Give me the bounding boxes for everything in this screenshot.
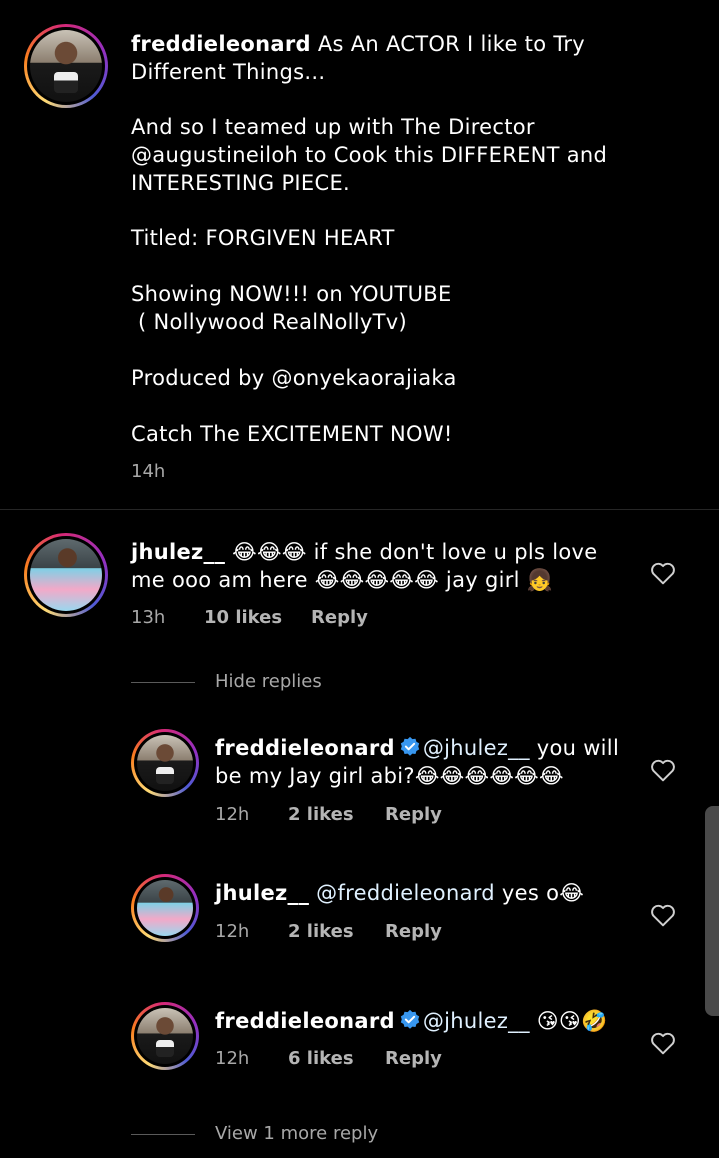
caption-showing: Showing NOW!!! on YOUTUBE ( Nollywood Re… — [131, 280, 452, 336]
reply-mention[interactable]: @jhulez__ — [423, 1009, 530, 1033]
reply-time: 12h — [215, 1048, 250, 1069]
view-more-replies-button[interactable]: View 1 more reply — [215, 1123, 378, 1144]
reply-time: 12h — [215, 804, 250, 825]
reply-mention[interactable]: @freddieleonard — [316, 881, 495, 905]
comment-text: jhulez__ 😂😂😂 if she don't love u pls lov… — [131, 538, 631, 594]
reply-label[interactable]: Reply — [385, 1048, 442, 1069]
caption-username[interactable]: freddieleonard — [131, 32, 311, 56]
heart-outline-icon[interactable] — [650, 758, 676, 782]
caption-line[interactable]: Produced by @onyekaorajiaka — [131, 366, 457, 390]
reply-username[interactable]: jhulez__ — [215, 881, 309, 905]
caption-line: ( Nollywood RealNollyTv) — [131, 310, 407, 334]
avatar-freddieleonard[interactable] — [131, 729, 199, 797]
reply-line: yes o😂 — [494, 881, 585, 905]
caption-divider — [0, 509, 719, 510]
comment-line: me ooo am here 😂😂😂😂😂 jay girl 👧 — [131, 568, 554, 592]
heart-outline-icon[interactable] — [650, 561, 676, 585]
heart-outline-icon[interactable] — [650, 1031, 676, 1055]
likes-count[interactable]: 2 likes — [288, 921, 354, 942]
reply-username[interactable]: freddieleonard — [215, 736, 395, 760]
reply-reply-button[interactable]: Reply — [385, 1048, 442, 1069]
profile-photo — [137, 1008, 193, 1064]
avatar-jhulez[interactable] — [24, 533, 108, 617]
verified-badge-icon — [400, 1009, 419, 1029]
comment-username[interactable]: jhulez__ — [131, 540, 225, 564]
view-more-line — [131, 1134, 195, 1135]
reply-text: jhulez__ @freddieleonard yes o😂 — [215, 879, 635, 907]
reply-label[interactable]: Reply — [311, 607, 368, 628]
reply-text: freddieleonard @jhulez__ you will be my J… — [215, 734, 635, 790]
profile-photo — [137, 880, 193, 936]
caption-line: INTERESTING PIECE. — [131, 171, 350, 195]
profile-photo — [137, 735, 193, 791]
heart-outline-icon[interactable] — [650, 903, 676, 927]
reply-reply-button[interactable]: Reply — [385, 921, 442, 942]
reply-mention[interactable]: @jhulez__ — [423, 736, 530, 760]
reply-time: 12h — [215, 921, 250, 942]
caption-line: Different Things... — [131, 60, 326, 84]
reply-label[interactable]: Reply — [385, 921, 442, 942]
reply-text: freddieleonard @jhulez__ 😘😘🤣 — [215, 1007, 635, 1035]
caption-catch: Catch The EXCITEMENT NOW! — [131, 420, 453, 448]
caption-body: And so I teamed up with The Director @au… — [131, 113, 691, 197]
likes-count[interactable]: 2 likes — [288, 804, 354, 825]
caption-line: Catch The EXCITEMENT NOW! — [131, 422, 453, 446]
comment-line: 😂😂😂 if she don't love u pls love — [232, 540, 598, 564]
avatar-freddieleonard[interactable] — [24, 24, 108, 108]
hide-replies-button[interactable]: Hide replies — [215, 671, 322, 692]
caption-line: Titled: FORGIVEN HEART — [131, 226, 395, 250]
reply-reply-button[interactable]: Reply — [385, 804, 442, 825]
reply-likes[interactable]: 6 likes — [288, 1048, 354, 1069]
reply-label[interactable]: Reply — [385, 804, 442, 825]
reply-likes[interactable]: 2 likes — [288, 804, 354, 825]
hide-replies-line — [131, 682, 195, 683]
avatar-freddieleonard[interactable] — [131, 1002, 199, 1070]
likes-count[interactable]: 6 likes — [288, 1048, 354, 1069]
caption-produced: Produced by @onyekaorajiaka — [131, 364, 457, 392]
avatar-jhulez[interactable] — [131, 874, 199, 942]
scrollbar[interactable] — [705, 806, 719, 1016]
comment-likes[interactable]: 10 likes — [204, 607, 282, 628]
caption-text: freddieleonard As An ACTOR I like to Try… — [131, 30, 691, 86]
reply-likes[interactable]: 2 likes — [288, 921, 354, 942]
caption-line[interactable]: @augustineiloh to Cook this DIFFERENT an… — [131, 143, 607, 167]
comment-reply-button[interactable]: Reply — [311, 607, 368, 628]
caption-line: Showing NOW!!! on YOUTUBE — [131, 282, 452, 306]
profile-photo — [30, 539, 102, 611]
reply-username[interactable]: freddieleonard — [215, 1009, 395, 1033]
caption-time: 14h — [131, 461, 166, 482]
caption-title-line: Titled: FORGIVEN HEART — [131, 224, 395, 252]
reply-line: you will — [529, 736, 620, 760]
caption-line: As An ACTOR I like to Try — [317, 32, 586, 56]
likes-count[interactable]: 10 likes — [204, 607, 282, 628]
verified-badge-icon — [400, 736, 419, 756]
profile-photo — [30, 30, 102, 102]
reply-line: be my Jay girl abi?😂😂😂😂😂😂 — [215, 764, 564, 788]
reply-line: 😘😘🤣 — [529, 1009, 608, 1033]
comment-time: 13h — [131, 607, 166, 628]
caption-line: And so I teamed up with The Director — [131, 115, 535, 139]
